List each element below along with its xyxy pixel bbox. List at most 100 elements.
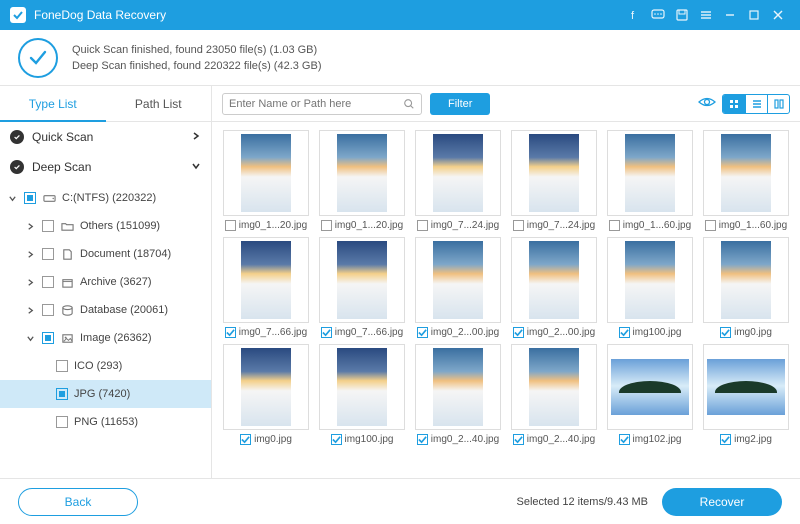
tree-database[interactable]: Database (20061) <box>0 296 211 324</box>
menu-icon[interactable] <box>694 3 718 27</box>
thumbnail-image[interactable] <box>511 237 597 323</box>
thumbnail-checkbox[interactable] <box>321 327 332 338</box>
tree-document[interactable]: Document (18704) <box>0 240 211 268</box>
thumbnail-item[interactable]: img2.jpg <box>700 344 792 445</box>
thumbnail-checkbox[interactable] <box>331 434 342 445</box>
thumbnail-checkbox[interactable] <box>417 220 428 231</box>
thumbnail-item[interactable]: img0_2...00.jpg <box>508 237 600 338</box>
thumbnail-item[interactable]: img0_7...24.jpg <box>412 130 504 231</box>
thumbnail-item[interactable]: img0_1...60.jpg <box>700 130 792 231</box>
checkbox[interactable] <box>42 220 54 232</box>
checkbox[interactable] <box>42 248 54 260</box>
thumbnail-checkbox[interactable] <box>720 434 731 445</box>
grid-view-icon[interactable] <box>723 95 745 113</box>
thumbnail-item[interactable]: img0_7...66.jpg <box>220 237 312 338</box>
quick-scan-section[interactable]: Quick Scan <box>0 122 211 152</box>
thumbnail-image[interactable] <box>511 344 597 430</box>
thumbnail-image[interactable] <box>319 130 405 216</box>
thumbnail-item[interactable]: img0_7...66.jpg <box>316 237 408 338</box>
thumbnail-checkbox[interactable] <box>513 434 524 445</box>
thumbnail-image[interactable] <box>703 237 789 323</box>
back-button[interactable]: Back <box>18 488 138 516</box>
titlebar: FoneDog Data Recovery f <box>0 0 800 30</box>
thumbnail-image[interactable] <box>607 130 693 216</box>
preview-icon[interactable] <box>696 93 718 114</box>
tree-image[interactable]: Image (26362) <box>0 324 211 352</box>
tab-path-list[interactable]: Path List <box>106 86 212 121</box>
thumbnail-item[interactable]: img0_7...24.jpg <box>508 130 600 231</box>
thumbnail-image[interactable] <box>703 130 789 216</box>
thumbnail-checkbox[interactable] <box>417 434 428 445</box>
filter-button[interactable]: Filter <box>430 93 490 115</box>
maximize-icon[interactable] <box>742 3 766 27</box>
thumbnail-image[interactable] <box>415 130 501 216</box>
thumbnail-item[interactable]: img0_1...20.jpg <box>220 130 312 231</box>
tree-others[interactable]: Others (151099) <box>0 212 211 240</box>
feedback-icon[interactable] <box>646 3 670 27</box>
tree-jpg[interactable]: JPG (7420) <box>0 380 211 408</box>
facebook-icon[interactable]: f <box>622 3 646 27</box>
thumbnail-item[interactable]: img102.jpg <box>604 344 696 445</box>
thumbnail-filename: img0_2...40.jpg <box>431 434 499 445</box>
thumbnail-item[interactable]: img100.jpg <box>604 237 696 338</box>
checkbox[interactable] <box>42 304 54 316</box>
thumbnail-item[interactable]: img0_2...00.jpg <box>412 237 504 338</box>
thumbnail-checkbox[interactable] <box>609 220 620 231</box>
thumbnail-item[interactable]: img100.jpg <box>316 344 408 445</box>
tree-archive[interactable]: Archive (3627) <box>0 268 211 296</box>
recover-button[interactable]: Recover <box>662 488 782 516</box>
checkbox[interactable] <box>56 416 68 428</box>
thumbnail-item[interactable]: img0_1...20.jpg <box>316 130 408 231</box>
thumbnail-checkbox[interactable] <box>240 434 251 445</box>
chevron-right-icon <box>24 250 36 259</box>
thumbnail-item[interactable]: img0.jpg <box>220 344 312 445</box>
close-icon[interactable] <box>766 3 790 27</box>
checkbox[interactable] <box>24 192 36 204</box>
thumbnail-filename: img0_2...40.jpg <box>527 434 595 445</box>
thumbnail-image[interactable] <box>607 344 693 430</box>
thumbnail-image[interactable] <box>511 130 597 216</box>
thumbnail-image[interactable] <box>319 344 405 430</box>
thumbnail-checkbox[interactable] <box>720 327 731 338</box>
tree-drive[interactable]: C:(NTFS) (220322) <box>0 184 211 212</box>
thumbnail-checkbox[interactable] <box>513 220 524 231</box>
checkbox[interactable] <box>42 276 54 288</box>
checkbox[interactable] <box>42 332 54 344</box>
tree-label: JPG (7420) <box>74 388 130 400</box>
deep-scan-section[interactable]: Deep Scan <box>0 152 211 182</box>
image-icon <box>60 332 74 345</box>
tree-ico[interactable]: ICO (293) <box>0 352 211 380</box>
thumbnail-image[interactable] <box>607 237 693 323</box>
detail-view-icon[interactable] <box>767 95 789 113</box>
search-box[interactable] <box>222 93 422 115</box>
thumbnail-image[interactable] <box>415 344 501 430</box>
thumbnail-image[interactable] <box>223 237 309 323</box>
save-icon[interactable] <box>670 3 694 27</box>
thumbnail-item[interactable]: img0_2...40.jpg <box>508 344 600 445</box>
thumbnail-checkbox[interactable] <box>225 327 236 338</box>
checkbox[interactable] <box>56 360 68 372</box>
quick-scan-status: Quick Scan finished, found 23050 file(s)… <box>72 44 321 56</box>
thumbnail-image[interactable] <box>223 130 309 216</box>
search-input[interactable] <box>229 98 403 110</box>
thumbnail-image[interactable] <box>415 237 501 323</box>
quick-scan-label: Quick Scan <box>32 130 93 144</box>
thumbnail-checkbox[interactable] <box>225 220 236 231</box>
thumbnail-image[interactable] <box>223 344 309 430</box>
thumbnail-checkbox[interactable] <box>705 220 716 231</box>
thumbnail-item[interactable]: img0_1...60.jpg <box>604 130 696 231</box>
thumbnail-checkbox[interactable] <box>619 434 630 445</box>
thumbnail-checkbox[interactable] <box>417 327 428 338</box>
thumbnail-item[interactable]: img0_2...40.jpg <box>412 344 504 445</box>
thumbnail-image[interactable] <box>319 237 405 323</box>
thumbnail-item[interactable]: img0.jpg <box>700 237 792 338</box>
thumbnail-checkbox[interactable] <box>513 327 524 338</box>
tab-type-list[interactable]: Type List <box>0 86 106 121</box>
minimize-icon[interactable] <box>718 3 742 27</box>
thumbnail-checkbox[interactable] <box>321 220 332 231</box>
checkbox[interactable] <box>56 388 68 400</box>
list-view-icon[interactable] <box>745 95 767 113</box>
tree-png[interactable]: PNG (11653) <box>0 408 211 436</box>
thumbnail-image[interactable] <box>703 344 789 430</box>
thumbnail-checkbox[interactable] <box>619 327 630 338</box>
